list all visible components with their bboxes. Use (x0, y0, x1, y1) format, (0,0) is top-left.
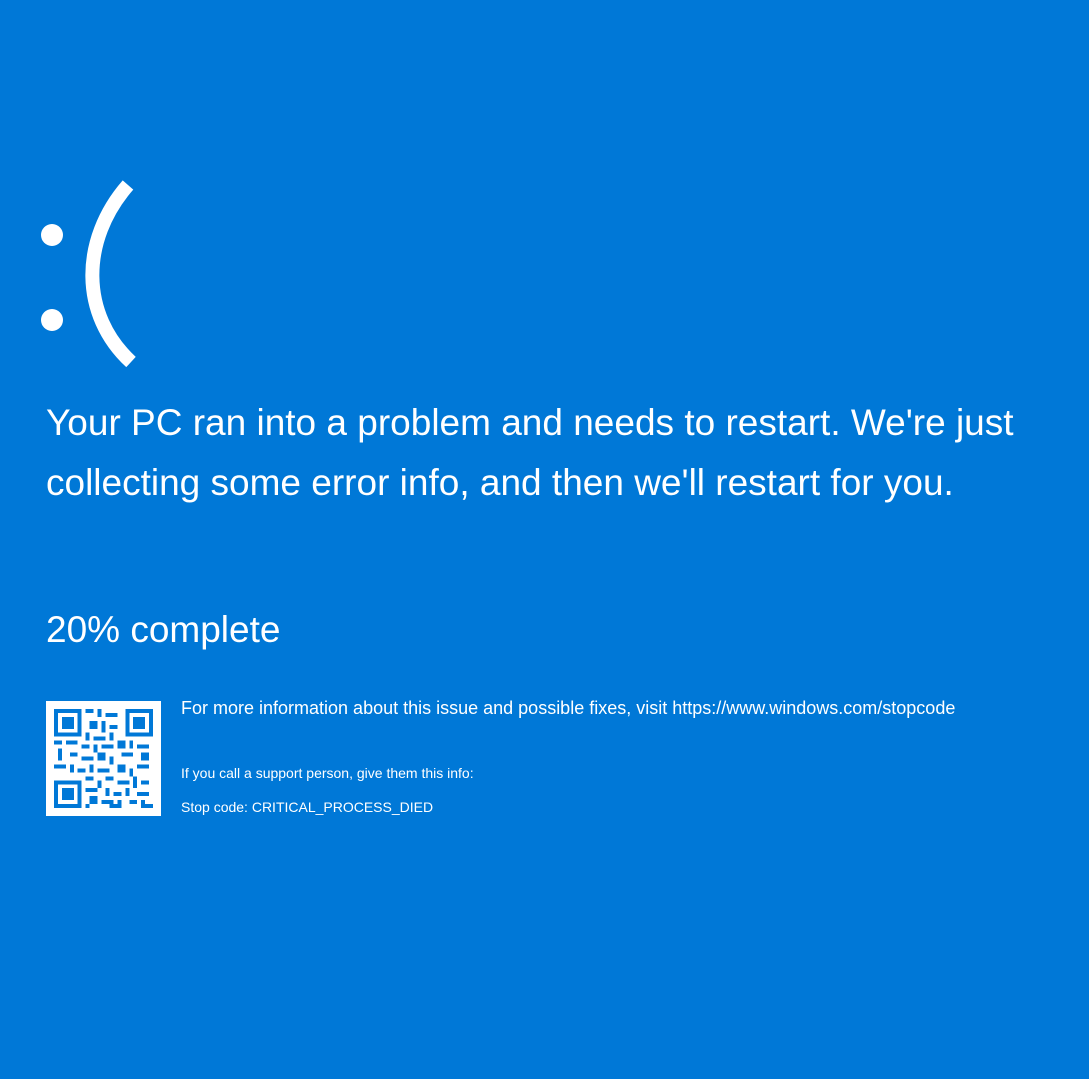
stop-code-text: Stop code: CRITICAL_PROCESS_DIED (181, 799, 434, 815)
sad-face-icon (30, 150, 150, 380)
bsod-screen: Your PC ran into a problem and needs to … (0, 0, 1089, 1079)
error-message: Your PC ran into a problem and needs to … (46, 402, 1014, 503)
qr-code-icon (46, 701, 161, 816)
support-info-text: If you call a support person, give them … (181, 765, 474, 781)
more-info-text: For more information about this issue an… (181, 698, 956, 718)
progress-text: 20% complete (46, 609, 281, 650)
info-block: For more information about this issue an… (181, 696, 1061, 815)
